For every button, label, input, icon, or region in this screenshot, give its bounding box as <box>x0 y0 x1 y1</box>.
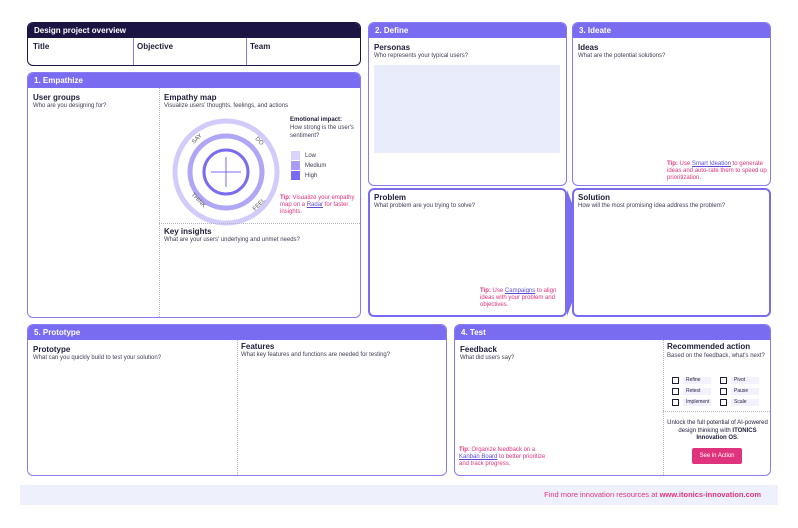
test-panel: 4. Test Feedback What did users say? Tip… <box>454 324 771 476</box>
prototype-title: Prototype <box>33 345 71 354</box>
overview-team-label[interactable]: Team <box>250 42 270 51</box>
divider <box>246 38 247 65</box>
divider <box>159 223 360 224</box>
features-title: Features <box>241 342 275 351</box>
implement-checkbox[interactable] <box>672 399 679 406</box>
level-high-label: High <box>305 173 318 179</box>
personas-subtitle: Who represents your typical users? <box>374 53 469 59</box>
features-subtitle: What key features and functions are need… <box>241 352 391 358</box>
level-low-label: Low <box>305 153 317 159</box>
emotional-impact-subtitle: How strong is the user's sentiment? <box>290 125 354 139</box>
level-low-swatch <box>291 151 300 160</box>
problem-panel: Problem What problem are you trying to s… <box>368 188 567 317</box>
personas-title: Personas <box>374 43 411 52</box>
tip-text: Use <box>677 161 692 167</box>
footer-text: Find more innovation resources at www.it… <box>544 490 761 499</box>
level-medium-label: Medium <box>305 163 327 169</box>
empathy-map-subtitle: Visualize users' thoughts, feelings, and… <box>164 103 289 109</box>
feedback-subtitle: What did users say? <box>460 355 515 361</box>
pause-checkbox[interactable] <box>720 388 727 395</box>
ideas-title: Ideas <box>578 43 599 52</box>
empathy-map-title: Empathy map <box>164 93 217 102</box>
key-insights-title: Key insights <box>164 227 212 236</box>
recommended-action-title: Recommended action <box>667 342 751 351</box>
level-high-swatch <box>291 171 300 180</box>
tip-text: Organize feedback on a <box>469 447 536 453</box>
refine-label: Refine <box>683 377 711 384</box>
define-header: 2. Define <box>369 23 566 38</box>
prototype-header: 5. Prototype <box>28 325 446 340</box>
footer-link[interactable]: www.itonics-innovation.com <box>660 490 761 499</box>
empathize-tip: Tip: Visualize your empathy map on a Rad… <box>280 195 360 216</box>
ideas-subtitle: What are the potential solutions? <box>578 53 666 59</box>
recommended-action-subtitle: Based on the feedback, what's next? <box>667 353 765 359</box>
prototype-panel: 5. Prototype Prototype What can you quic… <box>27 324 447 476</box>
empathize-header: 1. Empathize <box>28 73 360 88</box>
overview-objective-label[interactable]: Objective <box>137 42 173 51</box>
solution-panel: Solution How will the most promising ide… <box>572 188 771 317</box>
kanban-board-link[interactable]: Kanban Board <box>459 454 497 460</box>
pivot-checkbox[interactable] <box>720 377 727 384</box>
retest-checkbox[interactable] <box>672 388 679 395</box>
unlock-end: . <box>737 435 739 441</box>
footer-copy: Find more innovation resources at <box>544 490 660 499</box>
unlock-text: Unlock the full potential of AI-powered … <box>667 420 768 443</box>
scale-label: Scale <box>731 399 759 406</box>
radar-link[interactable]: Radar <box>307 202 323 208</box>
retest-label: Retest <box>683 388 711 395</box>
pivot-label: Pivot <box>731 377 759 384</box>
define-panel: 2. Define Personas Who represents your t… <box>368 22 567 186</box>
test-tip: Tip: Organize feedback on a Kanban Board… <box>459 447 555 468</box>
tip-prefix: Tip: <box>667 161 678 167</box>
solution-title: Solution <box>578 193 610 202</box>
emotional-impact-title: Emotional impact: <box>290 117 343 123</box>
divider <box>159 88 160 317</box>
problem-subtitle: What problem are you trying to solve? <box>374 203 476 209</box>
tip-prefix: Tip: <box>480 288 491 294</box>
prototype-subtitle: What can you quickly build to test your … <box>33 355 162 361</box>
empathy-map-chart[interactable]: SAY DO THINK FEEL <box>169 115 283 229</box>
tip-prefix: Tip: <box>280 195 291 201</box>
refine-checkbox[interactable] <box>672 377 679 384</box>
campaigns-link[interactable]: Campaigns <box>505 288 535 294</box>
divider <box>133 38 134 65</box>
footer-bar: Find more innovation resources at www.it… <box>20 485 778 505</box>
overview-title: Design project overview <box>28 23 360 38</box>
divider <box>237 340 238 475</box>
overview-title-label[interactable]: Title <box>33 42 49 51</box>
tip-text: Use <box>490 288 505 294</box>
divider <box>663 411 770 412</box>
ideate-panel: 3. Ideate Ideas What are the potential s… <box>572 22 771 186</box>
see-in-action-button[interactable]: See in Action <box>692 448 742 464</box>
solution-subtitle: How will the most promising idea address… <box>578 203 726 209</box>
empathize-panel: 1. Empathize User groups Who are you des… <box>27 72 361 318</box>
pause-label: Pause <box>731 388 759 395</box>
key-insights-subtitle: What are your users' underlying and unme… <box>164 237 300 243</box>
implement-label: Implement <box>683 399 711 406</box>
user-groups-title: User groups <box>33 93 81 102</box>
level-medium-swatch <box>291 161 300 170</box>
persona-box[interactable] <box>374 65 560 153</box>
feedback-title: Feedback <box>460 345 497 354</box>
overview-panel: Design project overview Title Objective … <box>27 22 361 66</box>
smart-ideation-link[interactable]: Smart Ideation <box>692 161 731 167</box>
scale-checkbox[interactable] <box>720 399 727 406</box>
test-header: 4. Test <box>455 325 770 340</box>
user-groups-subtitle: Who are you designing for? <box>33 103 107 109</box>
ideate-header: 3. Ideate <box>573 23 770 38</box>
problem-title: Problem <box>374 193 407 202</box>
divider <box>663 340 664 475</box>
tip-prefix: Tip: <box>459 447 470 453</box>
ideate-tip: Tip: Use Smart Ideation to generate idea… <box>667 161 769 182</box>
define-tip: Tip: Use Campaigns to align ideas with y… <box>480 288 565 309</box>
